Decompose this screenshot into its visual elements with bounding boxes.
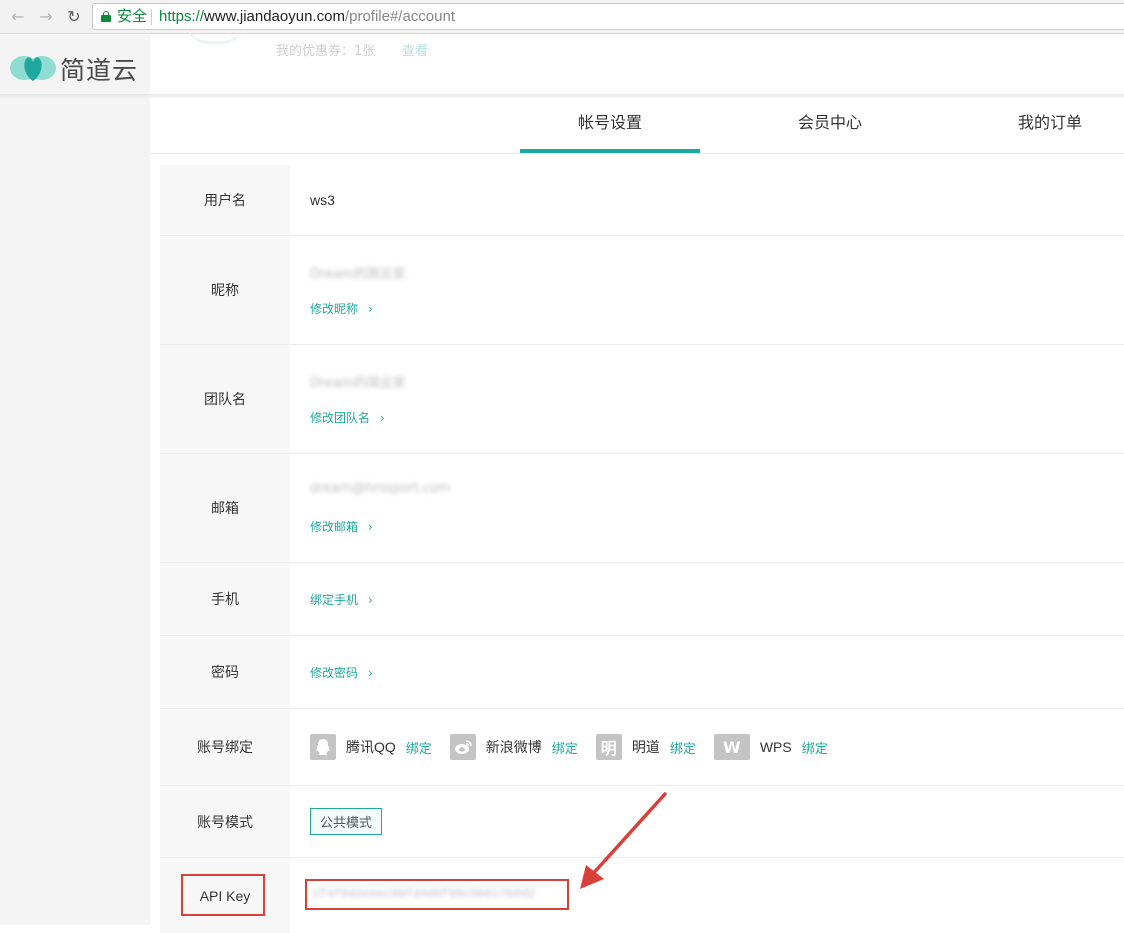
email-value: dream@hrssport.com [310,481,451,496]
chevron-right-icon: › [380,411,385,425]
wps-name: WPS [759,739,792,755]
nickname-row: 昵称 Dream的简云家 修改昵称 › [160,236,1124,345]
coupon-text: 我的优惠券：1张 [276,44,376,59]
team-row: 团队名 Dream的简云家 修改团队名 › [160,345,1124,454]
bind-weibo-link[interactable]: 绑定 [552,738,578,757]
reload-icon[interactable]: ↻ [64,7,84,27]
leaf-logo-icon [10,56,56,81]
tab-account-settings[interactable]: 帐号设置 [578,109,642,133]
bind-weibo: 新浪微博 绑定 [449,734,578,760]
binding-row: 账号绑定 腾讯QQ 绑定 新浪微博 绑定 明 明道 绑定 W WPS 绑定 [160,709,1124,786]
left-sidebar [0,35,150,925]
wps-icon: W [713,734,750,760]
weibo-icon [449,734,476,760]
active-tab-indicator [520,149,700,153]
apikey-label-highlight [181,874,265,916]
team-value: Dream的简云家 [310,376,406,391]
address-bar[interactable]: 安全 https://www.jiandaoyun.com/profile#/a… [92,3,1124,30]
mode-label: 账号模式 [160,786,290,857]
chevron-right-icon: › [368,302,373,316]
email-row: 邮箱 dream@hrssport.com 修改邮箱 › [160,454,1124,563]
username-value: ws3 [310,192,335,208]
edit-password-link[interactable]: 修改密码 › [310,664,373,681]
bind-phone-link[interactable]: 绑定手机 › [310,591,373,608]
mingdao-icon: 明 [595,734,622,760]
qq-name: 腾讯QQ [346,739,396,755]
phone-row: 手机 绑定手机 › [160,563,1124,636]
bind-mingdao-link[interactable]: 绑定 [670,738,696,757]
tab-member-center[interactable]: 会员中心 [798,109,862,133]
chevron-right-icon: › [368,666,373,680]
secure-label: 安全 [117,8,148,25]
bind-mingdao: 明 明道 绑定 [595,734,696,760]
bind-wps-link[interactable]: 绑定 [802,738,828,757]
coupon-view-link[interactable]: 查看 [402,40,428,59]
mode-badge: 公共模式 [310,808,383,835]
qq-icon [310,734,336,760]
edit-team-link[interactable]: 修改团队名 › [310,409,385,426]
edit-nickname-link[interactable]: 修改昵称 › [310,300,373,317]
chevron-right-icon: › [368,593,373,607]
team-label: 团队名 [160,345,290,453]
browser-toolbar: ← → ↻ 安全 https://www.jiandaoyun.com/prof… [0,0,1124,34]
avatar[interactable] [185,20,245,44]
annotation-arrow-icon [580,792,667,889]
nickname-label: 昵称 [160,236,290,344]
chevron-right-icon: › [368,520,373,534]
email-label: 邮箱 [160,454,290,562]
forward-icon[interactable]: → [36,7,56,27]
back-icon[interactable]: ← [8,7,28,27]
bind-qq: 腾讯QQ 绑定 [310,734,432,760]
nickname-value: Dream的简云家 [310,267,406,282]
username-row: 用户名 ws3 [160,165,1124,236]
bind-wps: W WPS 绑定 [713,734,828,760]
logo-text: 简道云 [60,56,139,85]
account-tabs: 帐号设置 会员中心 我的订单 [150,99,1124,154]
apikey-value-highlight [305,879,569,910]
username-label: 用户名 [160,165,290,235]
bind-qq-link[interactable]: 绑定 [406,738,432,757]
edit-email-link[interactable]: 修改邮箱 › [310,518,373,535]
logo[interactable]: 简道云 [10,49,150,85]
weibo-name: 新浪微博 [485,739,542,755]
mingdao-name: 明道 [631,739,660,755]
binding-label: 账号绑定 [160,709,290,785]
password-row: 密码 修改密码 › [160,636,1124,709]
tab-my-orders[interactable]: 我的订单 [1018,109,1082,133]
password-label: 密码 [160,636,290,708]
lock-icon [101,11,111,22]
phone-label: 手机 [160,563,290,635]
